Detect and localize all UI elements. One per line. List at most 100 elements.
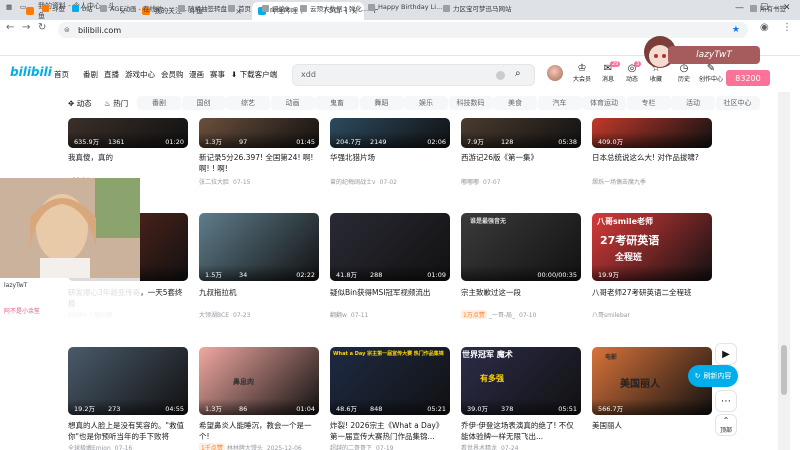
video-thumbnail[interactable]: 635.9万 1361 01:20 [68, 118, 188, 148]
category-chip[interactable]: 体育运动 [582, 96, 626, 110]
bookmark-item[interactable]: 随机抽签转盘 [178, 3, 227, 13]
category-chip[interactable]: 综艺 [226, 96, 270, 110]
search-icon[interactable]: ⌕ [515, 68, 521, 79]
bookmark-item[interactable]: 评论9 [262, 3, 289, 13]
video-thumbnail[interactable]: 41.8万 288 01:09 [330, 213, 450, 281]
video-uploader[interactable]: 八哥smilebar [592, 310, 634, 319]
play-icon[interactable]: ▶ [715, 343, 737, 365]
video-uploader[interactable]: 超越的二哥哥下 07-19 [330, 443, 393, 450]
video-title[interactable]: 美国丽人 [592, 420, 712, 442]
video-thumbnail[interactable]: 204.7万 2149 02:06 [330, 118, 450, 148]
header-btn-crown[interactable]: ♔ 大会员 [568, 63, 596, 83]
bookmark-item[interactable]: 云顶大数据 | 弹化... [300, 3, 368, 13]
video-title[interactable]: 乔伊·伊登这场表演真的绝了! 不仅能体验牌一样无限飞出... [461, 420, 581, 442]
category-chip[interactable]: 专栏 [626, 96, 671, 110]
video-title[interactable]: 八哥老师27考研英语二全程班 [592, 287, 712, 309]
refresh-button[interactable]: ↻ 刷新内容 [688, 365, 738, 387]
category-chip[interactable]: 国创 [181, 96, 226, 110]
reload-icon[interactable]: ↻ [38, 22, 46, 33]
bookmark-item[interactable]: 首页 [228, 3, 251, 13]
clear-search-icon[interactable] [496, 71, 505, 80]
bookmark-label: 随机抽签转盘 [188, 5, 227, 13]
video-title[interactable]: 疑似Bin获得MSI冠军视频流出 [330, 287, 450, 309]
bookmark-item[interactable]: 斗鱼 [42, 3, 65, 13]
video-uploader[interactable]: 熠烁一场偶击魔九季 [592, 177, 650, 186]
bookmark-item[interactable]: 所有书签 [750, 3, 786, 13]
video-title[interactable]: 九叔拖拉机 [199, 287, 319, 309]
category-chip[interactable]: 动画 [270, 96, 315, 110]
video-uploader[interactable]: 张二拉大脸 07-15 [199, 177, 250, 186]
category-chip[interactable]: 社区中心 [715, 96, 760, 110]
nav-download[interactable]: ⬇ 下载客户端 [231, 69, 277, 80]
video-thumbnail[interactable]: 7.9万 128 05:38 [461, 118, 581, 148]
video-uploader[interactable]: 嘟嘟嘟 07-07 [461, 177, 500, 186]
category-chip[interactable]: 娱乐 [404, 96, 448, 110]
video-title[interactable]: 宗主致歉过这一段 [461, 287, 581, 309]
nav-game-center[interactable]: 游戏中心 [125, 69, 155, 80]
video-uploader[interactable]: 翻翻w 07-11 [330, 310, 368, 319]
video-title[interactable]: 新记录5分26.397! 全国第24! 啊! 啊! ! 啊! [199, 152, 319, 174]
profile-icon[interactable]: ◉ [760, 22, 769, 33]
bookmark-item[interactable]: b站 [72, 3, 93, 13]
video-uploader[interactable]: 看世界术精龙 07-24 [461, 443, 518, 450]
forward-icon[interactable]: → [22, 22, 30, 33]
user-avatar[interactable] [547, 65, 563, 81]
category-chip[interactable]: 鬼畜 [315, 96, 359, 110]
nav-home[interactable]: 首页 [54, 69, 69, 80]
video-title[interactable]: 想真的人脸上是没有笑容的。"救值你"也是你预听当年的手下败将 [68, 420, 188, 442]
scroll-thumb[interactable] [781, 345, 787, 395]
video-thumbnail[interactable]: 48.6万 848 05:21 [330, 347, 450, 415]
nav-anime[interactable]: 番剧 [83, 69, 98, 80]
apps-icon[interactable]: ▦ [6, 3, 12, 11]
site-info-icon[interactable]: ⊜ [64, 26, 70, 34]
upload-date: 07-15 [233, 179, 251, 186]
video-thumbnail[interactable]: 1.5万 34 02:22 [199, 213, 319, 281]
more-icon[interactable]: ⋯ [715, 390, 737, 412]
back-to-top-button[interactable]: ⌃ 顶部 [715, 414, 737, 436]
minimize-icon[interactable]: — [735, 3, 744, 13]
danmaku-count: 273 [108, 405, 121, 413]
video-title[interactable]: 炸裂! 2026宗主《What a Day》第一届宣传大赛热门作品集锦... [330, 420, 450, 442]
nav-live[interactable]: 直播 [104, 69, 119, 80]
category-chip[interactable]: 科技数码 [448, 96, 493, 110]
video-title[interactable]: 日本总统说这么大! 对作品拔啸? [592, 152, 712, 174]
thumbnail-caption: 有多强 [480, 374, 504, 383]
bookmark-item[interactable]: Happy Birthday Li... [368, 3, 442, 11]
video-thumbnail[interactable]: 409.0万 [592, 118, 712, 148]
video-thumbnail[interactable]: 1.3万 86 01:04 [199, 347, 319, 415]
search-box[interactable]: xdd ⌕ [292, 64, 535, 86]
bookmark-item[interactable]: 力区宝可梦迅马网站 [443, 3, 512, 13]
dynamic-tab[interactable]: ✥ 动态 [68, 98, 92, 109]
scrollbar[interactable] [778, 92, 790, 450]
category-chip[interactable]: 舞蹈 [359, 96, 404, 110]
video-thumbnail[interactable]: 19.2万 273 04:55 [68, 347, 188, 415]
category-chip[interactable]: 美食 [493, 96, 537, 110]
nav-mall[interactable]: 会员购 [161, 69, 184, 80]
url-text: bilibili.com [78, 25, 122, 35]
category-chip[interactable]: 活动 [671, 96, 715, 110]
video-duration: 02:22 [296, 271, 315, 279]
hot-tab[interactable]: ♨ 热门 [104, 98, 128, 109]
bookmark-item[interactable]: AGE动画 - 在线动... [100, 3, 169, 13]
video-uploader[interactable] [592, 443, 596, 450]
back-icon[interactable]: ← [6, 22, 14, 33]
video-uploader[interactable]: 1万点赞 _一哥-局_ 07-10 [461, 310, 536, 319]
video-thumbnail[interactable]: 1.3万 97 01:45 [199, 118, 319, 148]
bookmark-folder-icon[interactable]: ▭ [20, 3, 26, 11]
video-uploader[interactable]: 1千点赞 林林牌大馒头 2025-12-06 [199, 443, 302, 450]
video-uploader[interactable]: 大领湖BCE 07-23 [199, 310, 250, 319]
bilibili-logo[interactable]: bilibili [10, 65, 52, 79]
menu-icon[interactable]: ⋮ [782, 22, 792, 33]
video-uploader[interactable]: 曾的纪梅阔战士v 07-02 [330, 177, 397, 186]
category-chip[interactable]: 番剧 [137, 96, 181, 110]
video-uploader[interactable]: 全球极嫩Emjon 07-16 [68, 443, 132, 450]
video-title[interactable]: 希望鼻炎人能睡沉，教会一个是一个! [199, 420, 319, 442]
nav-esports[interactable]: 赛事 [210, 69, 225, 80]
search-input[interactable]: xdd [301, 70, 316, 79]
video-title[interactable]: 华强北猎片场 [330, 152, 450, 174]
video-title[interactable]: 西游记26版《第一集》 [461, 152, 581, 174]
nav-manga[interactable]: 漫画 [189, 69, 204, 80]
video-title[interactable]: 我真傻，真的 [68, 152, 188, 174]
view-count: 1.3万 [205, 138, 222, 146]
category-chip[interactable]: 汽车 [537, 96, 582, 110]
